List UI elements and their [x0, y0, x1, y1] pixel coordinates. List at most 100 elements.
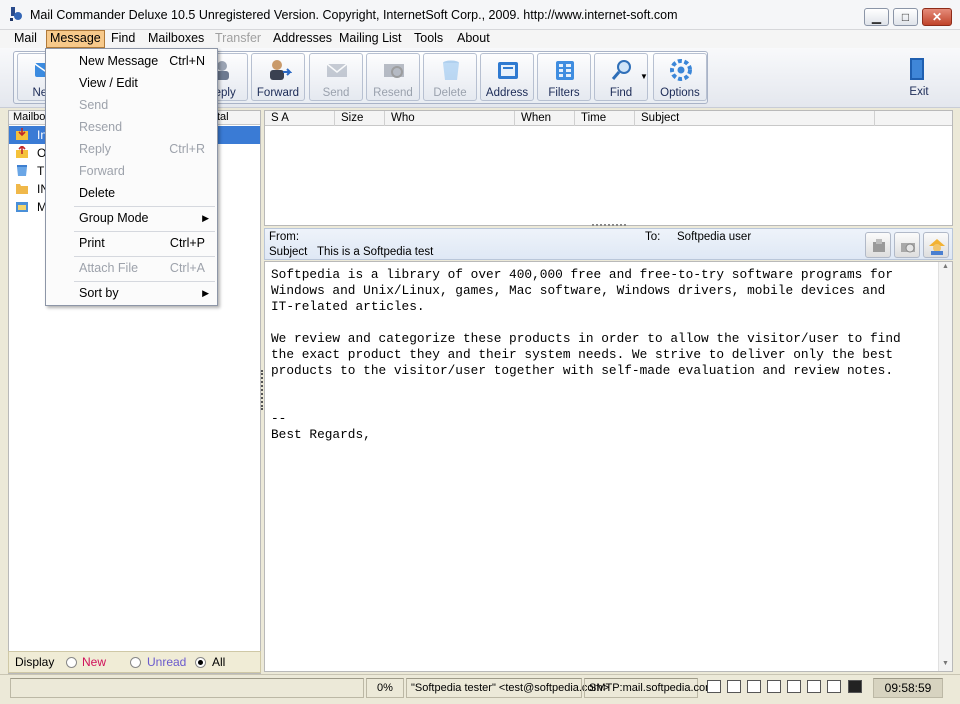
close-button[interactable]: ✕	[922, 8, 952, 26]
inbox-icon	[16, 128, 28, 140]
toolbar-label: Resend	[373, 87, 413, 99]
menu-find[interactable]: Find	[108, 30, 138, 48]
menu-mailboxes[interactable]: Mailboxes	[145, 30, 207, 48]
status-cell-empty	[10, 678, 364, 698]
radio-new[interactable]	[66, 657, 77, 668]
send-button[interactable]: Send	[309, 53, 363, 101]
horizontal-splitter[interactable]	[592, 224, 626, 227]
minimize-button[interactable]: ▁	[864, 8, 889, 26]
menu-item-group-mode[interactable]: Group Mode ▶	[48, 208, 215, 230]
menu-item-shortcut: Ctrl+A	[169, 261, 205, 275]
mailbox-label: T	[37, 164, 45, 178]
forward-button[interactable]: Forward	[251, 53, 305, 101]
layout-4-button[interactable]	[767, 680, 781, 693]
filter-icon	[556, 61, 574, 80]
radio-new-label[interactable]: New	[82, 655, 106, 669]
radio-all[interactable]	[195, 657, 206, 668]
menu-item-send[interactable]: Send	[48, 95, 215, 117]
menu-mail[interactable]: Mail	[11, 30, 40, 48]
menu-item-attach-file[interactable]: Attach File Ctrl+A	[48, 258, 215, 280]
radio-all-label[interactable]: All	[212, 655, 225, 669]
layout-7-button[interactable]	[827, 680, 841, 693]
toolbar-label: Delete	[433, 87, 467, 99]
layout-5-button[interactable]	[787, 680, 801, 693]
attachment-button[interactable]	[865, 232, 891, 258]
to-label: To:	[645, 231, 661, 243]
scroll-down-arrow[interactable]: ▼	[942, 660, 949, 667]
window-title: Mail Commander Deluxe 10.5 Unregistered …	[30, 8, 678, 22]
menu-item-delete[interactable]: Delete	[48, 183, 215, 205]
menu-item-resend[interactable]: Resend	[48, 117, 215, 139]
menu-item-view-edit[interactable]: View / Edit	[48, 73, 215, 95]
menu-separator	[74, 231, 215, 232]
menu-item-label: Resend	[79, 120, 123, 134]
mailbox-column-header[interactable]: Mailbo	[13, 111, 45, 123]
save-icon[interactable]	[848, 680, 862, 693]
exit-button[interactable]: Exit	[892, 53, 946, 101]
radio-unread[interactable]	[130, 657, 141, 668]
print-message-button[interactable]	[894, 232, 920, 258]
menu-about[interactable]: About	[454, 30, 493, 48]
folder-icon	[16, 184, 28, 194]
menu-transfer[interactable]: Transfer	[212, 30, 264, 48]
column-who[interactable]: Who	[385, 111, 515, 126]
user-icon	[929, 239, 945, 255]
toolbar-label: Options	[660, 87, 700, 99]
address-button[interactable]: Address	[480, 53, 534, 101]
smtp-status: SMTP:mail.softpedia.com	[584, 678, 714, 698]
message-list-header: S A Size Who When Time Subject	[265, 111, 952, 126]
menu-bar: Mail Message Find Mailboxes Transfer Add…	[0, 30, 960, 48]
user-info-button[interactable]	[923, 232, 949, 258]
menu-item-label: New Message	[79, 54, 159, 68]
menu-item-label: Reply	[79, 142, 111, 156]
layout-6-button[interactable]	[807, 680, 821, 693]
column-subject[interactable]: Subject	[635, 111, 875, 126]
menu-item-sort-by[interactable]: Sort by ▶	[48, 283, 215, 305]
exit-label: Exit	[909, 86, 929, 98]
column-when[interactable]: When	[515, 111, 575, 126]
resend-button[interactable]: Resend	[366, 53, 420, 101]
menu-item-reply[interactable]: Reply Ctrl+R	[48, 139, 215, 161]
total-column-header[interactable]: tal	[217, 111, 229, 123]
toolbar-label: Address	[485, 87, 529, 99]
menu-separator	[74, 281, 215, 282]
layout-3-button[interactable]	[747, 680, 761, 693]
scroll-up-arrow[interactable]: ▲	[942, 263, 949, 270]
column-size[interactable]: Size	[335, 111, 385, 126]
menu-item-label: Print	[79, 236, 105, 250]
menu-tools[interactable]: Tools	[411, 30, 446, 48]
message-list[interactable]: S A Size Who When Time Subject	[264, 110, 953, 226]
column-time[interactable]: Time	[575, 111, 635, 126]
submenu-arrow-icon: ▶	[202, 213, 209, 223]
forward-icon	[270, 60, 292, 80]
submenu-arrow-icon: ▶	[202, 288, 209, 298]
layout-2-button[interactable]	[727, 680, 741, 693]
menu-item-label: Send	[79, 98, 109, 112]
delete-button[interactable]: Delete	[423, 53, 477, 101]
filters-button[interactable]: Filters	[537, 53, 591, 101]
options-button[interactable]: Options	[653, 53, 707, 101]
title-bar: Mail Commander Deluxe 10.5 Unregistered …	[0, 0, 960, 30]
menu-addresses[interactable]: Addresses	[270, 30, 335, 48]
message-body[interactable]: Softpedia is a library of over 400,000 f…	[264, 261, 953, 672]
app-icon	[10, 7, 22, 21]
resend-icon	[384, 64, 404, 78]
menu-message[interactable]: Message	[46, 30, 105, 48]
preview-header: From: To: Softpedia user Subject This is…	[264, 228, 953, 260]
find-dropdown-arrow[interactable]: ▼	[640, 72, 648, 81]
status-bar: 0% "Softpedia tester" <test@softpedia.co…	[0, 674, 960, 704]
column-sa[interactable]: S A	[265, 111, 335, 126]
maximize-button[interactable]: □	[893, 8, 918, 26]
display-filter-bar: Display New Unread All	[8, 651, 261, 673]
menu-item-print[interactable]: Print Ctrl+P	[48, 233, 215, 255]
menu-item-forward[interactable]: Forward	[48, 161, 215, 183]
menu-mailing-list[interactable]: Mailing List	[336, 30, 405, 48]
toolbar-label: Filters	[548, 87, 580, 99]
menu-item-label: View / Edit	[79, 76, 138, 90]
radio-unread-label[interactable]: Unread	[147, 655, 186, 669]
menu-item-new-message[interactable]: New Message Ctrl+N	[48, 51, 215, 73]
message-menu-dropdown: New Message Ctrl+N View / Edit Send Rese…	[45, 48, 218, 306]
menu-item-shortcut: Ctrl+P	[169, 236, 205, 250]
vertical-scrollbar[interactable]: ▲ ▼	[938, 262, 952, 671]
layout-1-button[interactable]	[707, 680, 721, 693]
